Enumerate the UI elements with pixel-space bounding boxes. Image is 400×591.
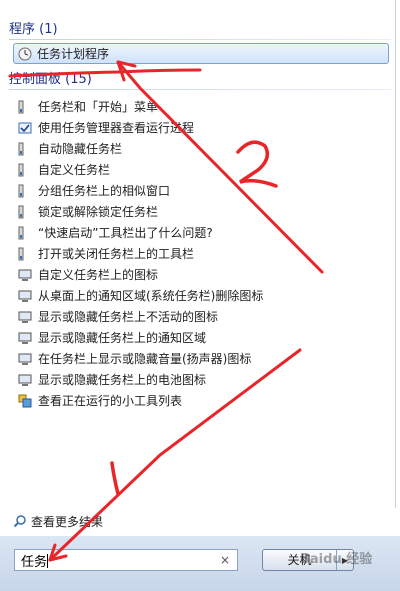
divider [9,39,391,40]
result-item-label: 在任务栏上显示或隐藏音量(扬声器)图标 [38,352,252,366]
result-item-label: 任务栏和「开始」菜单 [38,100,159,114]
monitor-icon [18,268,32,282]
search-results-pane: 程序 (1) 任务计划程序 控制面板 (15) 任务栏和「开始」菜单使用任务管理… [0,0,396,508]
result-item-control-panel[interactable]: 自定义任务栏 [14,160,390,180]
result-item-control-panel[interactable]: “快速启动”工具栏出了什么问题? [14,223,390,243]
result-item-label: 自定义任务栏上的图标 [38,268,159,282]
result-item-control-panel[interactable]: 任务栏和「开始」菜单 [14,97,390,117]
watermark-text: Baidu 经验 [300,552,373,567]
taskbar-icon [18,163,32,177]
result-item-control-panel[interactable]: 使用任务管理器查看运行进程 [14,118,390,138]
result-item-label: 显示或隐藏任务栏上不活动的图标 [38,310,219,324]
result-item-label: 任务计划程序 [37,46,110,61]
magnifier-icon [13,514,27,528]
result-item-label: “快速启动”工具栏出了什么问题? [38,226,213,240]
checkbox-window-icon [18,121,32,135]
taskbar-icon [18,247,32,261]
result-item-label: 自动隐藏任务栏 [38,142,123,156]
result-item-label: 显示或隐藏任务栏上的通知区域 [38,331,207,345]
result-item-label: 从桌面上的通知区域(系统任务栏)删除图标 [38,289,264,303]
result-item-control-panel[interactable]: 自动隐藏任务栏 [14,139,390,159]
group-header-control-panel-label: 控制面板 (15) [9,72,92,87]
start-menu-search: 程序 (1) 任务计划程序 控制面板 (15) 任务栏和「开始」菜单使用任务管理… [0,0,400,591]
result-item-task-scheduler[interactable]: 任务计划程序 [13,43,389,64]
see-more-results-link[interactable]: 查看更多结果 [9,512,103,530]
monitor-icon [18,352,32,366]
result-item-control-panel[interactable]: 显示或隐藏任务栏上的电池图标 [14,370,390,390]
result-item-label: 锁定或解除锁定任务栏 [38,205,159,219]
see-more-results-label: 查看更多结果 [31,514,104,529]
result-item-label: 查看正在运行的小工具列表 [38,394,183,408]
result-item-label: 显示或隐藏任务栏上的电池图标 [38,373,207,387]
taskbar-icon [18,100,32,114]
monitor-icon [18,310,32,324]
group-header-programs[interactable]: 程序 (1) [9,20,391,40]
taskbar-icon [18,184,32,198]
monitor-icon [18,289,32,303]
group-header-control-panel[interactable]: 控制面板 (15) [9,70,391,90]
result-item-control-panel[interactable]: 显示或隐藏任务栏上不活动的图标 [14,307,390,327]
result-item-control-panel[interactable]: 在任务栏上显示或隐藏音量(扬声器)图标 [14,349,390,369]
result-item-control-panel[interactable]: 分组任务栏上的相似窗口 [14,181,390,201]
result-item-control-panel[interactable]: 锁定或解除锁定任务栏 [14,202,390,222]
taskbar-icon [18,205,32,219]
group-header-programs-label: 程序 (1) [9,22,58,37]
clock-icon [18,47,32,61]
search-input[interactable]: 任务 × [14,549,238,571]
result-item-label: 自定义任务栏 [38,163,111,177]
taskbar-icon [18,226,32,240]
clear-search-icon[interactable]: × [217,553,233,567]
result-item-control-panel[interactable]: 查看正在运行的小工具列表 [14,391,390,411]
result-item-control-panel[interactable]: 打开或关闭任务栏上的工具栏 [14,244,390,264]
divider [9,89,391,90]
monitor-icon [18,373,32,387]
result-item-label: 分组任务栏上的相似窗口 [38,184,171,198]
gadget-icon [18,394,32,408]
result-item-label: 打开或关闭任务栏上的工具栏 [38,247,195,261]
monitor-icon [18,331,32,345]
result-item-control-panel[interactable]: 显示或隐藏任务栏上的通知区域 [14,328,390,348]
result-item-control-panel[interactable]: 自定义任务栏上的图标 [14,265,390,285]
result-item-label: 使用任务管理器查看运行进程 [38,121,195,135]
search-input-value: 任务 [21,553,49,570]
taskbar-icon [18,142,32,156]
result-item-control-panel[interactable]: 从桌面上的通知区域(系统任务栏)删除图标 [14,286,390,306]
